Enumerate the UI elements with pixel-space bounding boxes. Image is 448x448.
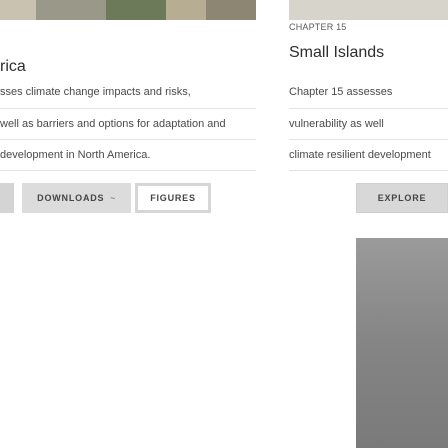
hero-image-left	[206, 0, 256, 20]
hero-image-left	[0, 0, 36, 20]
chapter-number-label: CHAPTER 15	[289, 22, 347, 32]
hero-image-right	[289, 0, 448, 20]
downloads-button[interactable]: DOWNLOADS ~	[22, 183, 131, 213]
chapter-title[interactable]: Small Islands	[289, 44, 384, 62]
hero-gap	[256, 0, 289, 20]
downloads-label: DOWNLOADS	[37, 193, 105, 203]
cropped-button[interactable]	[0, 183, 14, 213]
explore-label: EXPLORE	[377, 193, 427, 203]
page: rica sses climate change impacts and ris…	[0, 0, 448, 448]
divider	[289, 108, 448, 109]
hero-image-left	[166, 0, 206, 20]
chapter-image-graphic	[356, 238, 448, 448]
chapter-description-line: Chapter 15 assesses	[289, 86, 393, 98]
figures-button[interactable]: FIGURES	[135, 183, 211, 213]
explore-button[interactable]: EXPLORE	[356, 183, 448, 213]
divider	[289, 170, 448, 171]
chapter-description-line: vulnerability as well	[289, 118, 384, 130]
chapter-description-line: sses climate change impacts and risks,	[0, 86, 191, 98]
chapter-description-line: well as barriers and options for adaptat…	[0, 118, 226, 130]
divider	[289, 139, 448, 140]
chapter-description-line: development in North America.	[0, 149, 151, 161]
figures-label: FIGURES	[150, 193, 196, 203]
chapter-image[interactable]	[356, 238, 448, 448]
chapter-title[interactable]: rica	[0, 58, 26, 76]
hero-image-left	[36, 0, 106, 20]
divider	[0, 108, 256, 109]
chapter-description-line: climate resilient development	[289, 149, 431, 161]
hero-image-left	[106, 0, 166, 20]
hero-image-strip	[0, 0, 448, 20]
chevron-down-icon: ~	[110, 193, 116, 203]
divider	[0, 170, 256, 171]
divider	[0, 139, 256, 140]
